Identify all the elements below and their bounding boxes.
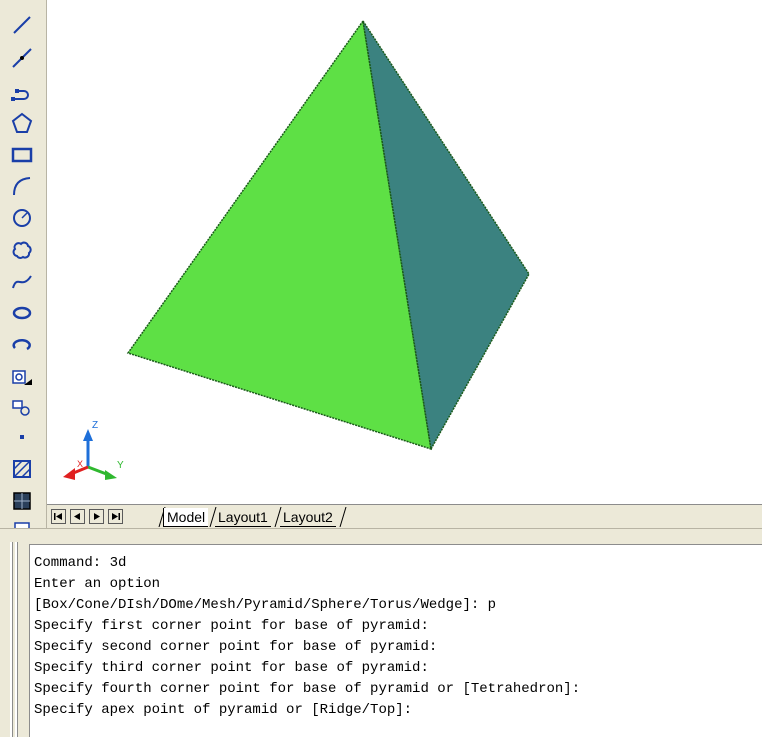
make-block-tool-button[interactable] <box>8 395 36 421</box>
tab-layout1-label: Layout1 <box>218 509 268 525</box>
command-line: Specify third corner point for base of p… <box>34 660 429 676</box>
command-prompt: Specify apex point of pyramid or [Ridge/… <box>34 702 413 718</box>
draw-toolbar <box>0 0 47 528</box>
tab-model[interactable]: Model <box>163 508 209 527</box>
ellipse-tool-button[interactable] <box>8 300 36 326</box>
revision-cloud-tool-button[interactable] <box>8 237 36 263</box>
command-history[interactable]: Command: 3d Enter an option [Box/Cone/DI… <box>29 544 762 737</box>
command-line-window: Command: 3d Enter an option [Box/Cone/DI… <box>0 540 762 737</box>
point-tool-button[interactable] <box>8 424 36 450</box>
command-window-grip[interactable] <box>8 542 28 737</box>
rectangle-icon <box>11 147 33 163</box>
gradient-icon <box>13 492 31 510</box>
hatch-tool-button[interactable] <box>8 456 36 482</box>
next-tab-button[interactable] <box>89 509 104 524</box>
polyline-tool-button[interactable] <box>8 78 36 104</box>
tab-layout2-label: Layout2 <box>283 509 333 525</box>
ellipse-arc-icon <box>12 339 31 351</box>
ucs-z-label: Z <box>92 420 98 431</box>
ellipse-arc-tool-button[interactable] <box>8 332 36 358</box>
spline-icon <box>12 275 32 289</box>
construction-line-tool-button[interactable] <box>8 45 36 71</box>
spline-tool-button[interactable] <box>8 269 36 295</box>
drawing-canvas: Z Y X <box>63 19 530 480</box>
previous-tab-button[interactable] <box>70 509 85 524</box>
command-line: Specify fourth corner point for base of … <box>34 681 581 697</box>
line-icon <box>13 16 31 34</box>
insert-block-tool-button[interactable] <box>8 364 36 390</box>
previous-tab-icon <box>74 513 80 520</box>
tab-layout1[interactable]: Layout1 <box>215 508 271 527</box>
hatch-icon <box>13 460 31 478</box>
ucs-y-label: Y <box>117 460 124 471</box>
gradient-tool-button[interactable] <box>8 488 36 514</box>
region-tool-button[interactable] <box>8 516 36 528</box>
circle-tool-button[interactable] <box>8 205 36 231</box>
next-tab-icon <box>94 513 100 520</box>
arc-tool-button[interactable] <box>8 173 36 199</box>
ucs-icon: Z Y X <box>63 420 124 480</box>
insert-block-icon <box>12 370 32 385</box>
make-block-icon <box>12 400 30 416</box>
revision-cloud-icon <box>12 241 32 259</box>
command-line: Specify second corner point for base of … <box>34 639 438 655</box>
tab-divider <box>339 507 347 527</box>
polygon-icon <box>11 112 33 133</box>
tab-layout2[interactable]: Layout2 <box>280 508 336 527</box>
command-line: Enter an option <box>34 576 161 592</box>
command-line: Specify first corner point for base of p… <box>34 618 429 634</box>
construction-line-icon <box>12 48 32 68</box>
layout-tabs-bar: Model Layout1 Layout2 <box>47 504 762 529</box>
ellipse-icon <box>12 306 32 320</box>
tab-model-label: Model <box>167 509 206 525</box>
polygon-tool-button[interactable] <box>8 110 36 136</box>
command-line: Command: 3d <box>34 555 127 571</box>
model-viewport[interactable]: Z Y X <box>47 0 762 505</box>
last-tab-icon <box>112 513 120 520</box>
point-icon <box>20 435 24 439</box>
line-tool-button[interactable] <box>8 12 36 38</box>
first-tab-icon <box>54 513 62 520</box>
first-tab-button[interactable] <box>51 509 66 524</box>
rectangle-tool-button[interactable] <box>8 142 36 168</box>
circle-icon <box>13 209 31 227</box>
arc-icon <box>13 177 31 196</box>
polyline-icon <box>11 89 29 101</box>
ucs-x-label: X <box>77 459 83 469</box>
region-icon <box>14 522 30 528</box>
last-tab-button[interactable] <box>108 509 123 524</box>
command-line: [Box/Cone/DIsh/DOme/Mesh/Pyramid/Sphere/… <box>34 597 497 613</box>
